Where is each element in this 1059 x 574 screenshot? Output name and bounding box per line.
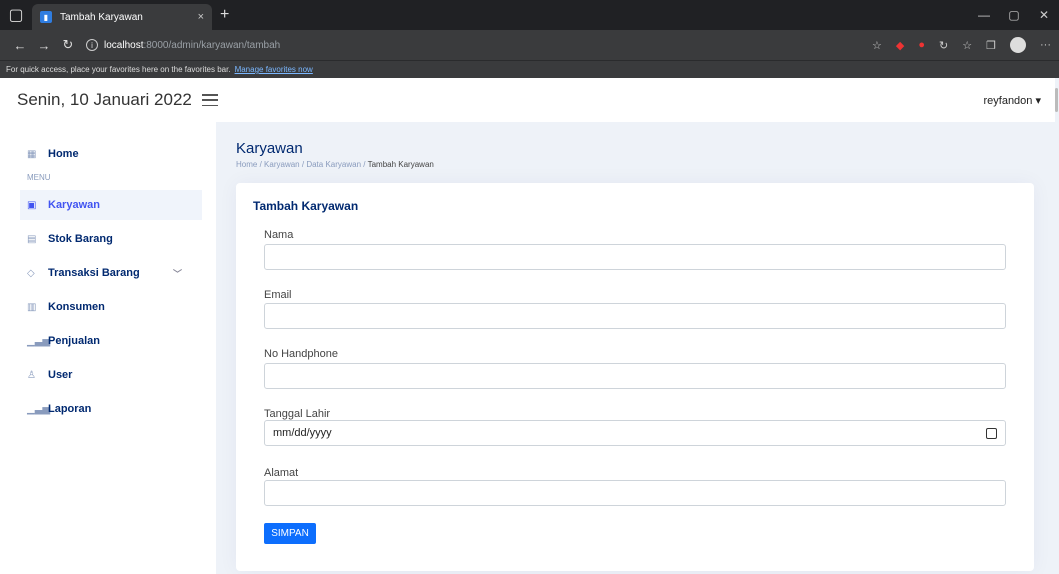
sidebar-item-label: Penjualan [48, 335, 100, 347]
header-date: Senin, 10 Januari 2022 [17, 90, 192, 109]
nama-label: Nama [264, 229, 294, 241]
sidebar-item-label: Transaksi Barang [48, 267, 140, 279]
url-field[interactable]: i localhost:8000/admin/karyawan/tambah [86, 39, 280, 51]
sidebar-item-home[interactable]: ▦ Home [0, 139, 216, 169]
nama-input[interactable] [264, 244, 1006, 270]
extension-icon[interactable]: ◆ [896, 39, 904, 52]
breadcrumb-data-karyawan[interactable]: Data Karyawan [306, 160, 361, 169]
tab-title: Tambah Karyawan [60, 11, 143, 23]
info-icon[interactable]: i [86, 39, 98, 51]
breadcrumb-separator: / [259, 160, 262, 169]
bar-chart-icon: ▁▃▅ [27, 335, 51, 347]
card-icon: ▤ [27, 233, 37, 245]
sidebar-item-label: Home [48, 148, 79, 160]
window-menu-icon[interactable]: ▢ [0, 0, 32, 30]
tanggal-lahir-label: Tanggal Lahir [264, 408, 331, 420]
tab-close-icon[interactable]: × [198, 11, 204, 23]
profile-avatar-icon[interactable] [1010, 37, 1026, 53]
gem-icon: ◇ [27, 267, 35, 279]
sidebar-item-label: Stok Barang [48, 233, 113, 245]
sidebar-item-karyawan[interactable]: ▣ Karyawan [20, 190, 202, 220]
url-host: localhost [104, 39, 144, 51]
sidebar-item-stok-barang[interactable]: ▤ Stok Barang [0, 224, 216, 254]
hamburger-menu-icon[interactable] [201, 94, 218, 106]
more-icon[interactable]: ··· [1040, 39, 1051, 51]
address-bar: ← → ↻ i localhost:8000/admin/karyawan/ta… [0, 30, 1059, 60]
favorites-bar: For quick access, place your favorites h… [0, 60, 1059, 78]
manage-favorites-link[interactable]: Manage favorites now [235, 65, 313, 74]
restore-icon[interactable]: ▢ [999, 8, 1029, 22]
adblock-icon[interactable]: ● [918, 39, 925, 51]
favorites-text: For quick access, place your favorites h… [6, 65, 231, 74]
sidebar-item-label: Konsumen [48, 301, 105, 313]
minimize-icon[interactable]: — [969, 8, 999, 22]
app-header: Senin, 10 Januari 2022 reyfandon ▾ [0, 78, 1059, 122]
breadcrumb-home[interactable]: Home [236, 160, 257, 169]
window-controls: — ▢ ✕ [969, 8, 1059, 22]
user-dropdown[interactable]: reyfandon ▾ [983, 94, 1041, 107]
table-icon: ▥ [27, 301, 37, 313]
breadcrumb: Home / Karyawan / Data Karyawan / Tambah… [236, 160, 1034, 169]
person-icon: ♙ [27, 369, 36, 381]
email-input[interactable] [264, 303, 1006, 329]
breadcrumb-karyawan[interactable]: Karyawan [264, 160, 300, 169]
sidebar-item-konsumen[interactable]: ▥ Konsumen [0, 292, 216, 322]
breadcrumb-separator: / [363, 160, 366, 169]
favorite-star-icon[interactable]: ☆ [872, 39, 882, 52]
close-window-icon[interactable]: ✕ [1029, 8, 1059, 22]
url-path: :8000/admin/karyawan/tambah [143, 39, 281, 51]
sidebar-item-label: User [48, 369, 73, 381]
sidebar-section-label: MENU [27, 173, 51, 182]
simpan-button[interactable]: SIMPAN [264, 523, 316, 544]
sidebar-item-user[interactable]: ♙ User [0, 360, 216, 390]
collections-icon[interactable]: ❐ [986, 39, 996, 52]
extension-refresh-icon[interactable]: ↻ [939, 39, 948, 52]
breadcrumb-current: Tambah Karyawan [367, 160, 434, 169]
main-content: Karyawan Home / Karyawan / Data Karyawan… [236, 122, 1034, 571]
tanggal-lahir-input[interactable]: mm/dd/yyyy [264, 420, 1006, 446]
sidebar-item-label: Laporan [48, 403, 92, 415]
alamat-input[interactable] [264, 480, 1006, 506]
breadcrumb-separator: / [301, 160, 305, 169]
tab-favicon: ▮ [40, 11, 52, 23]
sidebar: ▦ Home MENU ▣ Karyawan ▤ Stok Barang ◇ T… [0, 122, 216, 574]
grid-icon: ▦ [27, 148, 37, 160]
alamat-label: Alamat [264, 467, 299, 479]
no-handphone-label: No Handphone [264, 348, 339, 360]
no-handphone-input[interactable] [264, 363, 1006, 389]
page-title: Karyawan [236, 140, 303, 157]
document-icon: ▣ [27, 199, 37, 211]
form-card: Tambah Karyawan Nama Email No Handphone … [236, 183, 1034, 571]
page-scrollbar[interactable] [1055, 78, 1059, 574]
bar-chart-icon: ▁▃▅ [27, 403, 51, 415]
email-label: Email [264, 289, 292, 301]
browser-tab[interactable]: ▮ Tambah Karyawan × [32, 4, 212, 30]
sidebar-item-transaksi-barang[interactable]: ◇ Transaksi Barang ﹀ [0, 258, 216, 288]
browser-toolbar-icons: ☆ ◆ ● ↻ ☆ ❐ ··· [872, 37, 1051, 53]
tanggal-lahir-value: mm/dd/yyyy [273, 427, 332, 439]
browser-tab-bar: ▢ ▮ Tambah Karyawan × + — ▢ ✕ [0, 0, 1059, 30]
favorites-icon[interactable]: ☆ [962, 39, 972, 52]
sidebar-item-label: Karyawan [48, 199, 100, 211]
refresh-icon[interactable]: ↻ [56, 37, 80, 53]
chevron-down-icon[interactable]: ﹀ [173, 267, 182, 280]
back-icon[interactable]: ← [8, 38, 32, 53]
form-title: Tambah Karyawan [253, 199, 359, 213]
sidebar-item-penjualan[interactable]: ▁▃▅ Penjualan [0, 326, 216, 356]
calendar-icon[interactable] [986, 427, 997, 439]
new-tab-icon[interactable]: + [220, 6, 229, 24]
sidebar-item-laporan[interactable]: ▁▃▅ Laporan [0, 394, 216, 424]
forward-icon[interactable]: → [32, 38, 56, 53]
